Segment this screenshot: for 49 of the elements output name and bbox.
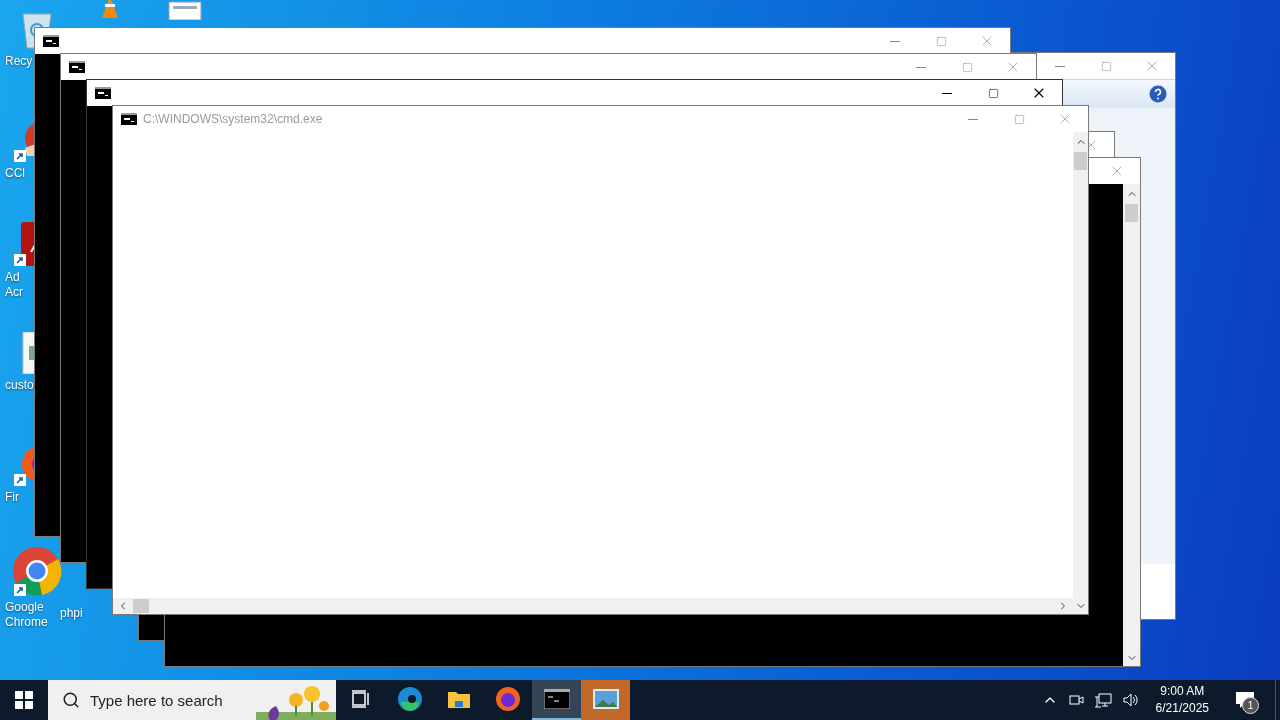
maximize-icon	[987, 87, 999, 99]
task-view-icon	[350, 690, 371, 708]
edge-icon	[396, 686, 423, 712]
shortcut-arrow-icon	[14, 150, 26, 162]
desktop-icon-label[interactable]: custo	[5, 378, 34, 393]
console-icon	[95, 87, 111, 99]
console-icon	[121, 113, 137, 125]
desktop-icon-label[interactable]: Ad Acr	[5, 270, 23, 300]
scroll-bar[interactable]	[1123, 184, 1140, 666]
notification-badge: 1	[1242, 697, 1259, 714]
maximize-icon	[961, 61, 973, 73]
windows-logo-icon	[15, 691, 33, 709]
console-icon	[69, 61, 85, 73]
window-title: C:\WINDOWS\system32\cmd.exe	[143, 112, 323, 126]
minimize-icon	[916, 66, 926, 68]
network-icon[interactable]	[1093, 692, 1112, 708]
clock-date[interactable]: 6/21/2025	[1155, 700, 1209, 717]
help-icon[interactable]	[1149, 85, 1167, 103]
shortcut-arrow-icon	[14, 474, 26, 486]
clock-time[interactable]: 9:00 AM	[1160, 683, 1205, 700]
scroll-bar[interactable]	[1073, 132, 1088, 598]
terminal-icon	[543, 689, 570, 709]
volume-icon[interactable]	[1121, 692, 1140, 708]
search-field[interactable]: Type here to search	[48, 680, 336, 720]
desktop-icon-label[interactable]: Recy	[5, 54, 33, 69]
minimize-icon	[968, 118, 978, 120]
shortcut-arrow-icon	[14, 584, 26, 596]
taskbar-app-button[interactable]	[532, 680, 581, 720]
scroll-bar[interactable]	[113, 598, 1073, 614]
maximize-icon	[935, 35, 947, 47]
firefox-icon	[494, 686, 521, 712]
console-icon	[43, 35, 59, 47]
desktop-icon-label[interactable]: CCl	[5, 166, 25, 181]
desktop-icon-label[interactable]: Google Chrome	[5, 600, 48, 630]
folder-icon	[446, 689, 471, 709]
notification-button[interactable]: 1	[1225, 680, 1265, 720]
maximize-icon	[1100, 60, 1112, 72]
minimize-icon	[1055, 65, 1065, 67]
shortcut-arrow-icon	[14, 254, 26, 266]
search-icon	[62, 691, 80, 709]
desktop-icon-label[interactable]: Fir	[5, 490, 19, 505]
photo-viewer-icon	[592, 689, 619, 709]
document-icon	[168, 0, 202, 20]
desktop-icon-label[interactable]: phpi	[60, 606, 83, 621]
cone-icon	[100, 0, 120, 18]
maximize-icon	[1013, 113, 1025, 125]
minimize-icon	[890, 40, 900, 42]
camera-icon[interactable]	[1067, 692, 1084, 708]
minimize-icon	[942, 92, 952, 94]
